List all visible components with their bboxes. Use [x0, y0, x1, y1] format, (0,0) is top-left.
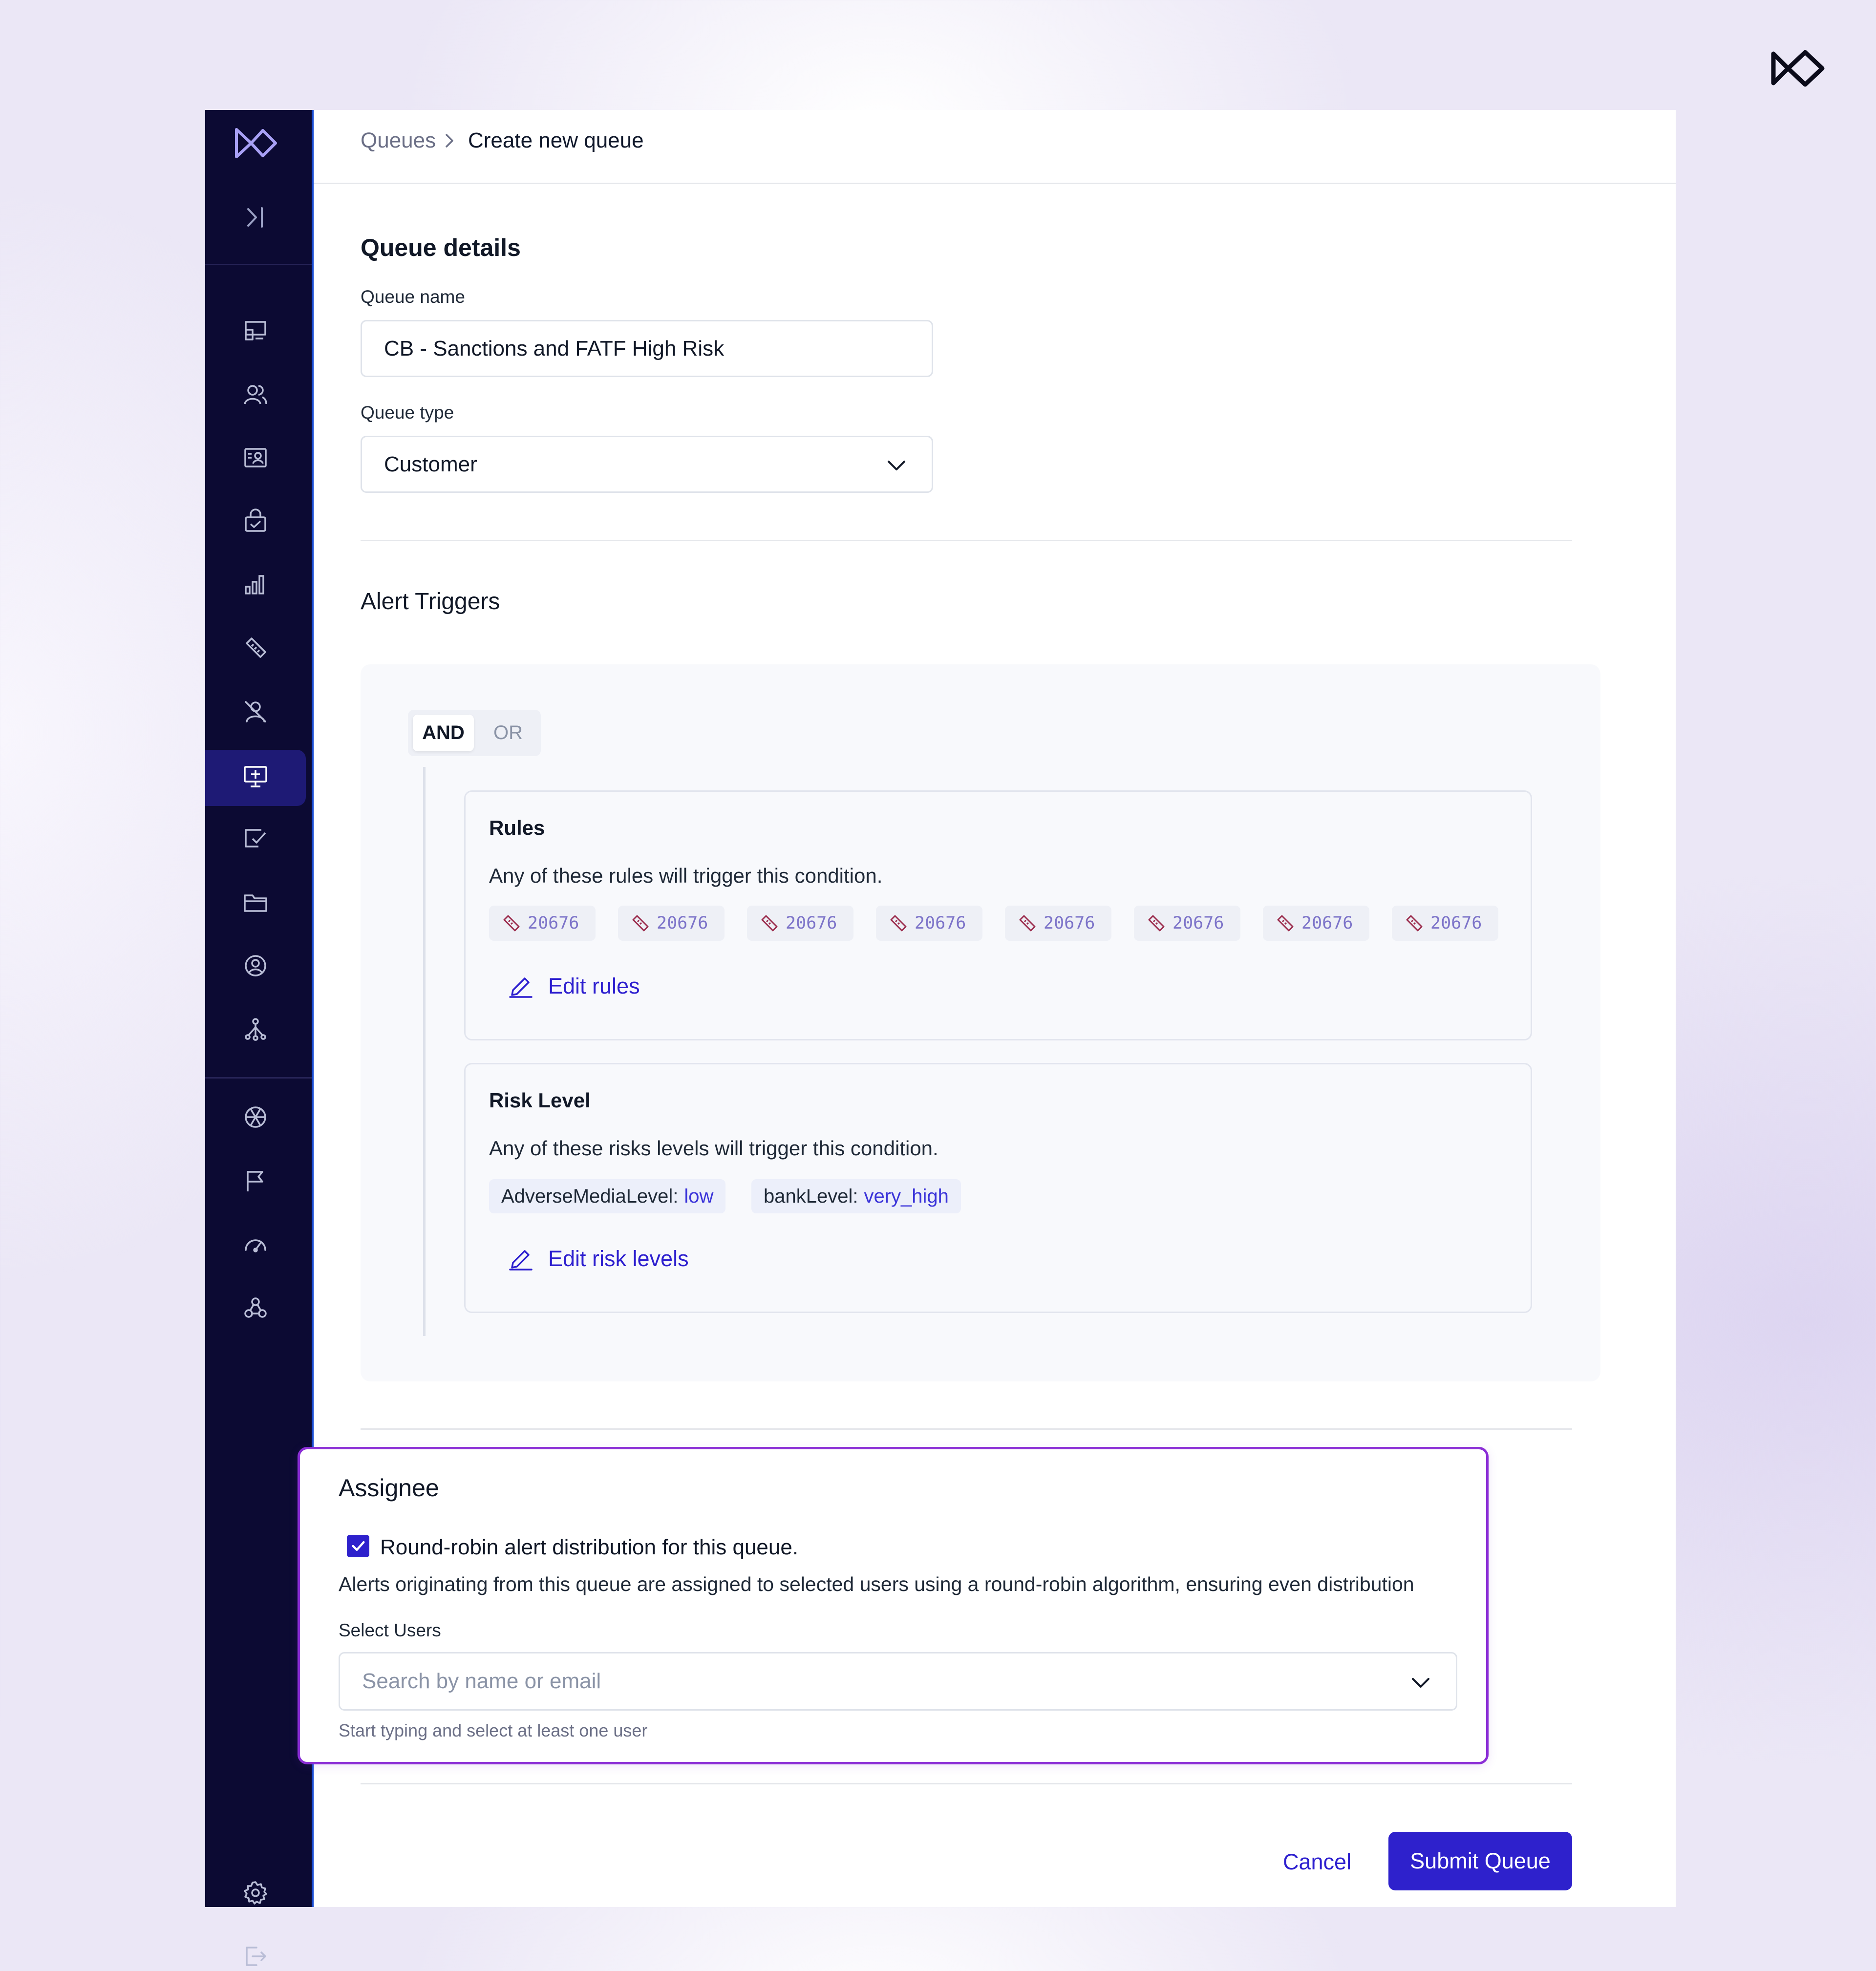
- pencil-icon: [509, 1250, 533, 1271]
- queue-name-label: Queue name: [361, 287, 465, 307]
- risk-chip[interactable]: AdverseMediaLevel: low: [489, 1179, 726, 1213]
- cancel-button[interactable]: Cancel: [1273, 1843, 1361, 1882]
- rule-chip[interactable]: 20676: [489, 906, 596, 941]
- rule-id: 20676: [528, 913, 579, 933]
- section-divider: [361, 1783, 1572, 1784]
- operator-and-button[interactable]: AND: [413, 715, 474, 751]
- chevron-down-icon[interactable]: [1410, 1674, 1431, 1691]
- risk-chip[interactable]: bankLevel: very_high: [751, 1179, 961, 1213]
- rule-id: 20676: [1044, 913, 1095, 933]
- case-lock-icon[interactable]: [241, 507, 270, 536]
- rule-tag-icon: [503, 915, 520, 932]
- settings-icon[interactable]: [241, 1878, 270, 1907]
- breadcrumb-current: Create new queue: [468, 128, 644, 152]
- flag-icon[interactable]: [241, 1166, 270, 1195]
- assignee-heading: Assignee: [339, 1474, 439, 1502]
- rule-tag-icon: [1406, 915, 1423, 932]
- queue-name-value: CB - Sanctions and FATF High Risk: [384, 336, 725, 360]
- rule-tag-icon: [1148, 915, 1165, 932]
- user-off-icon[interactable]: [241, 697, 270, 726]
- rule-tag-icon: [1019, 915, 1036, 932]
- breadcrumb-queues-link[interactable]: Queues: [361, 128, 436, 153]
- rule-id: 20676: [1301, 913, 1353, 933]
- expand-sidebar-icon[interactable]: [244, 205, 267, 230]
- review-check-icon[interactable]: [241, 824, 270, 853]
- round-robin-description: Alerts originating from this queue are a…: [339, 1573, 1414, 1595]
- rule-chip[interactable]: 20676: [1005, 906, 1111, 941]
- contact-card-icon[interactable]: [241, 443, 270, 472]
- queue-type-select[interactable]: Customer: [361, 436, 933, 493]
- queue-details-heading: Queue details: [361, 234, 521, 261]
- sidebar-divider: [205, 1077, 312, 1079]
- rule-tag-icon: [632, 915, 649, 932]
- assignee-panel: Assignee Round-robin alert distribution …: [298, 1447, 1489, 1764]
- dashboard-icon[interactable]: [241, 316, 270, 345]
- round-robin-checkbox[interactable]: [347, 1535, 369, 1557]
- rule-tag-icon: [890, 915, 907, 932]
- rule-id: 20676: [1172, 913, 1224, 933]
- risk-level-card: Risk Level Any of these risks levels wil…: [464, 1063, 1532, 1313]
- risk-chip-value: very_high: [864, 1185, 949, 1207]
- aperture-icon[interactable]: [241, 1102, 270, 1132]
- rule-chip[interactable]: 20676: [618, 906, 725, 941]
- round-robin-label[interactable]: Round-robin alert distribution for this …: [380, 1535, 798, 1560]
- risk-chip-key: AdverseMediaLevel:: [501, 1185, 679, 1207]
- alert-triggers-heading: Alert Triggers: [361, 589, 500, 615]
- pencil-icon: [509, 977, 533, 998]
- logout-icon[interactable]: [241, 1942, 270, 1971]
- edit-risk-levels-label: Edit risk levels: [548, 1246, 689, 1271]
- select-users-helper: Start typing and select at least one use…: [339, 1720, 648, 1740]
- folder-icon[interactable]: [241, 888, 270, 917]
- gauge-icon[interactable]: [241, 1229, 270, 1259]
- queue-type-label: Queue type: [361, 403, 454, 423]
- rules-title: Rules: [489, 816, 545, 839]
- rule-chip[interactable]: 20676: [876, 906, 982, 941]
- select-users-input[interactable]: Search by name or email: [339, 1652, 1457, 1711]
- rule-chip[interactable]: 20676: [747, 906, 853, 941]
- edit-rules-button[interactable]: Edit rules: [507, 973, 640, 1000]
- select-users-placeholder: Search by name or email: [362, 1669, 601, 1693]
- rules-card: Rules Any of these rules will trigger th…: [464, 790, 1532, 1040]
- rule-id: 20676: [915, 913, 966, 933]
- edit-rules-label: Edit rules: [548, 974, 640, 998]
- select-users-label: Select Users: [339, 1620, 441, 1640]
- section-divider: [361, 540, 1572, 541]
- rule-id: 20676: [786, 913, 837, 933]
- rules-description: Any of these rules will trigger this con…: [489, 864, 883, 887]
- account-circle-icon[interactable]: [241, 951, 270, 980]
- risk-level-title: Risk Level: [489, 1089, 591, 1112]
- section-divider: [361, 1428, 1572, 1430]
- app-logo-icon[interactable]: [233, 120, 279, 167]
- submit-queue-button[interactable]: Submit Queue: [1388, 1832, 1572, 1890]
- queue-type-value: Customer: [384, 452, 477, 476]
- rule-chip[interactable]: 20676: [1392, 906, 1498, 941]
- network-icon[interactable]: [241, 1015, 270, 1044]
- webhook-icon[interactable]: [241, 1293, 270, 1322]
- condition-connector-line: [423, 767, 426, 1336]
- rule-tag-icon[interactable]: [241, 634, 270, 663]
- queue-monitor-icon[interactable]: [241, 762, 270, 791]
- chevron-right-icon: [446, 134, 453, 148]
- risk-chip-key: bankLevel:: [764, 1185, 858, 1207]
- bar-chart-icon[interactable]: [241, 570, 270, 599]
- brand-logo-icon: [1771, 50, 1825, 87]
- rule-id: 20676: [1430, 913, 1482, 933]
- rule-id: 20676: [657, 913, 708, 933]
- queue-name-input[interactable]: CB - Sanctions and FATF High Risk: [361, 320, 933, 377]
- rule-tag-icon: [761, 915, 778, 932]
- chevron-down-icon: [888, 461, 905, 470]
- risk-level-description: Any of these risks levels will trigger t…: [489, 1137, 938, 1160]
- edit-risk-levels-button[interactable]: Edit risk levels: [507, 1245, 689, 1272]
- risk-chip-value: low: [684, 1185, 714, 1207]
- rule-chip[interactable]: 20676: [1134, 906, 1240, 941]
- rule-tag-icon: [1277, 915, 1294, 932]
- sidebar-divider: [205, 264, 312, 265]
- rule-chip[interactable]: 20676: [1263, 906, 1369, 941]
- users-icon[interactable]: [241, 380, 270, 409]
- operator-or-button[interactable]: OR: [484, 715, 533, 751]
- checkmark-icon: [352, 1541, 365, 1551]
